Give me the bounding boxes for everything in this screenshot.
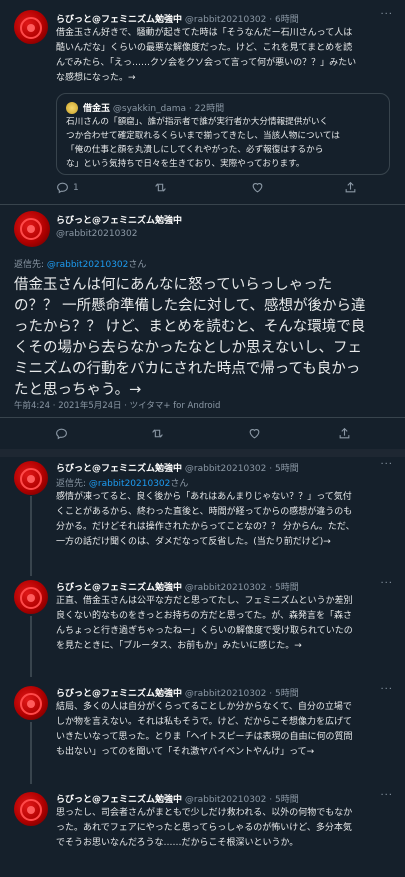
- handle[interactable]: @rabbit20210302: [185, 15, 266, 25]
- avatar[interactable]: [14, 461, 48, 495]
- handle[interactable]: @rabbit20210302: [56, 229, 182, 239]
- timestamp[interactable]: 5時間: [275, 689, 299, 699]
- tweet-text: 感情が凍ってると、良く後から「あれはあんまりじゃない？？」って気付 くことがある…: [56, 492, 355, 547]
- tweet-3[interactable]: らびっと@フェミニズム勉強中 @rabbit20210302 · 5時間 ···…: [0, 576, 405, 676]
- like-icon: [251, 181, 264, 194]
- tweet-5[interactable]: らびっと@フェミニズム勉強中 @rabbit20210302 · 5時間 ···…: [0, 788, 405, 877]
- reply-button[interactable]: 1: [56, 181, 79, 194]
- more-options-button[interactable]: ···: [380, 459, 393, 470]
- tweet-header: らびっと@フェミニズム勉強中 @rabbit20210302 · 5時間: [56, 795, 299, 805]
- display-name: 借金玉: [83, 104, 111, 114]
- timeline: らびっと@フェミニズム勉強中 @rabbit20210302 · 6時間 ···…: [0, 0, 405, 877]
- quoted-tweet[interactable]: 借金玉 @syakkin_dama · 22時間 石川さんの「額窟」、誰が指示者…: [56, 93, 390, 175]
- retweet-button[interactable]: [154, 181, 167, 194]
- avatar[interactable]: [14, 686, 48, 720]
- divider: [0, 417, 405, 418]
- tweet-header: らびっと@フェミニズム勉強中 @rabbit20210302 · 5時間: [56, 583, 299, 593]
- reply-icon: [56, 181, 69, 194]
- avatar[interactable]: [66, 102, 78, 114]
- timestamp[interactable]: 5時間: [275, 795, 299, 805]
- timestamp[interactable]: 6時間: [275, 15, 299, 25]
- like-button[interactable]: [248, 427, 261, 440]
- thread-connector: [30, 722, 32, 784]
- like-icon: [248, 427, 261, 440]
- focused-tweet: らびっと@フェミニズム勉強中 @rabbit20210302 返信先: @rab…: [0, 205, 405, 450]
- handle[interactable]: @rabbit20210302: [185, 464, 266, 474]
- more-options-button[interactable]: ···: [380, 9, 393, 20]
- avatar[interactable]: [14, 211, 50, 247]
- share-button[interactable]: [338, 427, 351, 440]
- reply-to-link[interactable]: @rabbit20210302: [89, 479, 170, 489]
- like-button[interactable]: [251, 181, 264, 194]
- tweet-2[interactable]: らびっと@フェミニズム勉強中 @rabbit20210302 · 5時間 ···…: [0, 457, 405, 575]
- more-options-button[interactable]: ···: [380, 684, 393, 695]
- avatar[interactable]: [14, 10, 48, 44]
- thread-connector: [30, 616, 32, 677]
- tweet-actions: 1: [56, 181, 386, 195]
- handle: @syakkin_dama: [112, 104, 187, 114]
- reply-to-link[interactable]: @rabbit20210302: [47, 260, 128, 270]
- display-name[interactable]: らびっと@フェミニズム勉強中: [56, 689, 182, 699]
- share-button[interactable]: [344, 181, 357, 194]
- tweet-header: らびっと@フェミニズム勉強中 @rabbit20210302 · 5時間: [56, 464, 299, 474]
- display-name[interactable]: らびっと@フェミニズム勉強中: [56, 15, 182, 25]
- more-options-button[interactable]: ···: [380, 790, 393, 801]
- tweet-text: 思ったし、司会者さんがまともで少しだけ救われる、以外の何物でもなか った。あれで…: [56, 808, 353, 848]
- handle[interactable]: @rabbit20210302: [185, 583, 266, 593]
- tweet-text: 借金玉さん好きで、騒動が起きてた時は「そうなんだー石川さんって人は 酷いんだな」…: [56, 28, 357, 83]
- quote-text: 石川さんの「額窟」、誰が指示者で誰が実行者か大分情報提供がいく つか合わせて確定…: [66, 117, 340, 169]
- tweet-actions: [55, 427, 355, 441]
- tweet-0[interactable]: らびっと@フェミニズム勉強中 @rabbit20210302 · 6時間 ···…: [0, 0, 405, 205]
- avatar[interactable]: [14, 580, 48, 614]
- tweet-4[interactable]: らびっと@フェミニズム勉強中 @rabbit20210302 · 5時間 ···…: [0, 683, 405, 783]
- tweet-header: らびっと@フェミニズム勉強中 @rabbit20210302 · 6時間: [56, 15, 299, 25]
- tweet-text: 正直、借金玉さんは公平な方だと思ってたし、フェミニズムというか差別 良くない的な…: [56, 596, 353, 651]
- display-name[interactable]: らびっと@フェミニズム勉強中: [56, 464, 182, 474]
- tweet-meta: 午前4:24 · 2021年5月24日 · ツイタマ+ for Android: [14, 401, 221, 411]
- timestamp[interactable]: 5時間: [275, 583, 299, 593]
- avatar[interactable]: [14, 792, 48, 826]
- section-separator: [0, 449, 405, 457]
- reply-button[interactable]: [55, 427, 68, 440]
- display-name[interactable]: らびっと@フェミニズム勉強中: [56, 583, 182, 593]
- display-name[interactable]: らびっと@フェミニズム勉強中: [56, 213, 182, 226]
- timestamp[interactable]: 5時間: [275, 464, 299, 474]
- tweet-header: らびっと@フェミニズム勉強中 @rabbit20210302 · 5時間: [56, 689, 299, 699]
- handle[interactable]: @rabbit20210302: [185, 689, 266, 699]
- tweet-header: らびっと@フェミニズム勉強中 @rabbit20210302: [56, 213, 182, 239]
- reply-count: 1: [73, 182, 79, 193]
- handle[interactable]: @rabbit20210302: [185, 795, 266, 805]
- retweet-icon: [151, 427, 164, 440]
- share-icon: [338, 427, 351, 440]
- reply-context: 返信先: @rabbit20210302さん: [56, 479, 189, 489]
- share-icon: [344, 181, 357, 194]
- display-name[interactable]: らびっと@フェミニズム勉強中: [56, 795, 182, 805]
- retweet-button[interactable]: [151, 427, 164, 440]
- thread-connector: [30, 496, 32, 576]
- quote-header: 借金玉 @syakkin_dama · 22時間: [83, 104, 225, 114]
- tweet-text: 結局、多くの人は自分がくらってることしか分からなくて、自分の立場で しか物を言え…: [56, 702, 353, 757]
- timestamp: 22時間: [194, 104, 225, 114]
- reply-icon: [55, 427, 68, 440]
- retweet-icon: [154, 181, 167, 194]
- more-options-button[interactable]: ···: [380, 578, 393, 589]
- reply-context: 返信先: @rabbit20210302さん: [14, 260, 147, 270]
- tweet-text: 借金玉さんは何にあんなに怒っていらっしゃった の？？ 一所懸命準備した会に対して…: [14, 277, 366, 398]
